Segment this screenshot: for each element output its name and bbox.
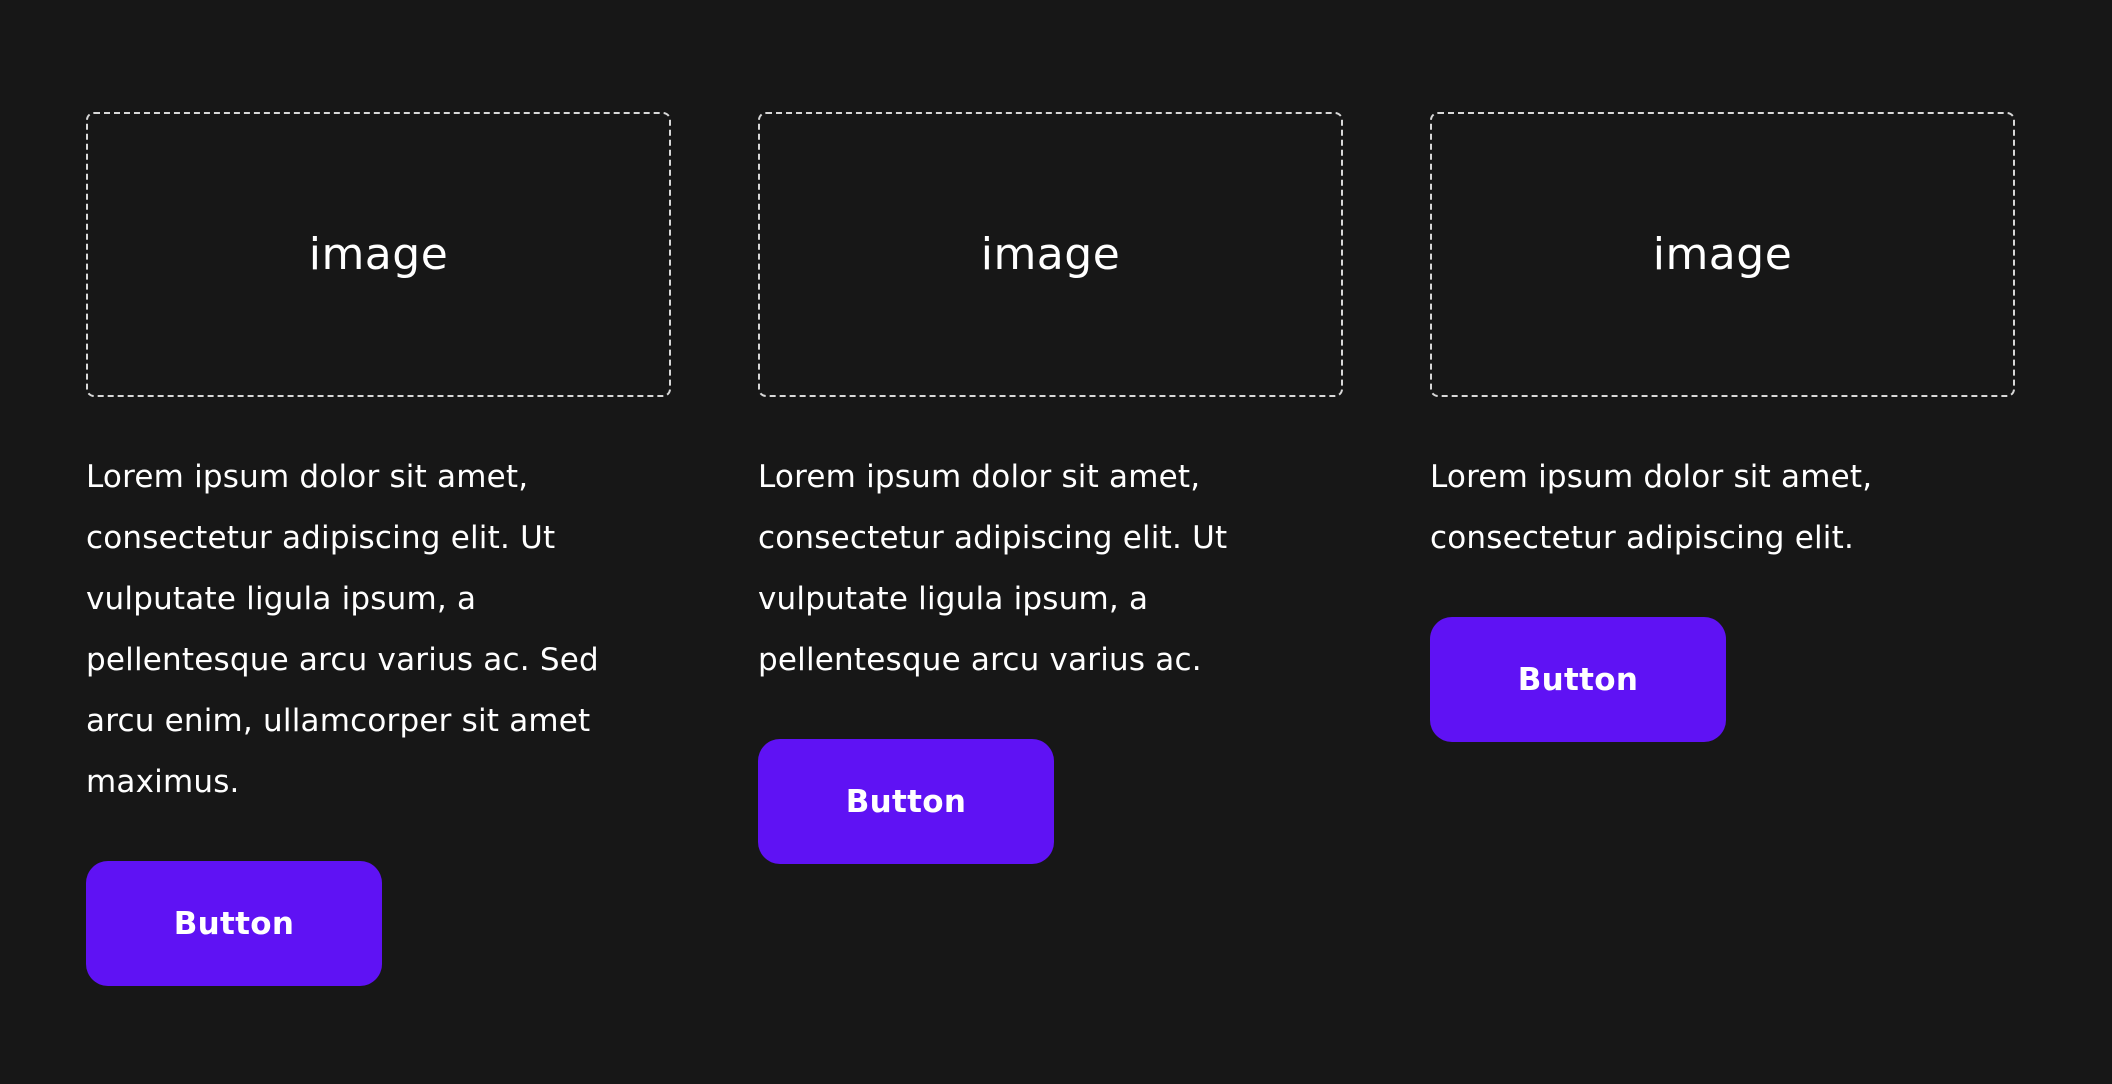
image-placeholder: image: [86, 112, 671, 397]
card-description: Lorem ipsum dolor sit amet, consectetur …: [1430, 459, 1873, 556]
card-2-button[interactable]: Button: [758, 739, 1054, 864]
image-placeholder: image: [1430, 112, 2015, 397]
card-2: image Lorem ipsum dolor sit amet, consec…: [758, 112, 1343, 986]
image-placeholder: image: [758, 112, 1343, 397]
card-description: Lorem ipsum dolor sit amet, consectetur …: [86, 459, 599, 800]
image-placeholder-label: image: [308, 229, 449, 280]
card-description: Lorem ipsum dolor sit amet, consectetur …: [758, 459, 1228, 678]
image-placeholder-label: image: [1652, 229, 1793, 280]
card-grid: image Lorem ipsum dolor sit amet, consec…: [86, 112, 2015, 986]
card-1: image Lorem ipsum dolor sit amet, consec…: [86, 112, 671, 986]
image-placeholder-label: image: [980, 229, 1121, 280]
card-3: image Lorem ipsum dolor sit amet, consec…: [1430, 112, 2015, 986]
card-1-button[interactable]: Button: [86, 861, 382, 986]
card-3-button[interactable]: Button: [1430, 617, 1726, 742]
